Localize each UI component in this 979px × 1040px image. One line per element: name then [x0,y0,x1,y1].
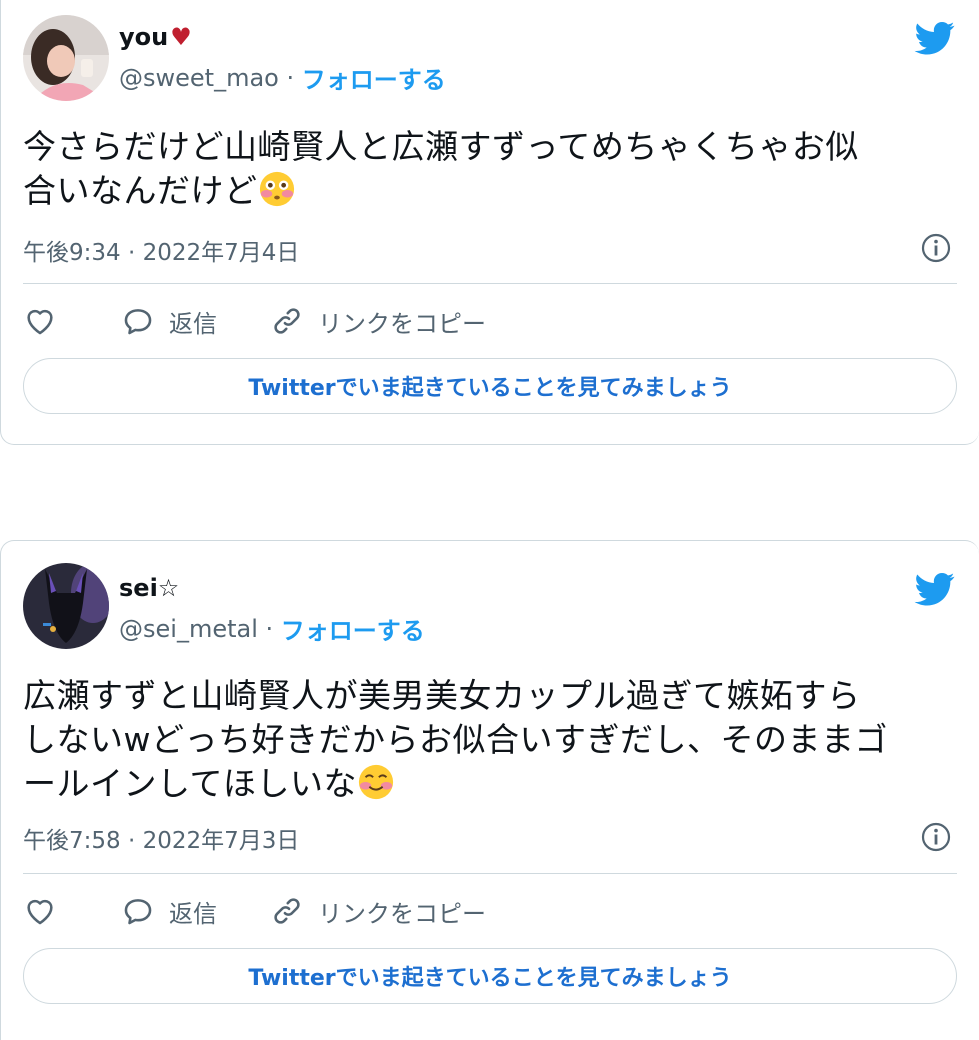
reply-icon [124,899,152,925]
copy-link-button[interactable]: リンクをコピー [270,891,486,931]
timestamp[interactable]: 午後7:58 · 2022年7月3日 [23,821,299,855]
like-button[interactable] [23,301,57,341]
smiling-face-emoji [358,764,394,800]
divider [23,283,957,284]
twitter-bird-icon[interactable] [913,18,957,58]
see-whats-happening-button[interactable]: Twitterでいま起きていることを見てみましょう [23,358,957,414]
action-bar: 返信 リンクをコピー [23,301,957,341]
copy-link-label: リンクをコピー [318,899,486,928]
follow-button[interactable]: フォローする [281,611,425,646]
handle-row: @sweet_mao · フォローする [119,60,446,95]
heart-icon [27,899,53,925]
tweet-card-2: sei☆ @sei_metal · フォローする 広瀬すずと山崎賢人が美男美女カ… [0,540,979,1040]
handle[interactable]: @sweet_mao [119,64,279,92]
reply-label: 返信 [169,899,217,928]
avatar[interactable] [23,15,109,101]
copy-link-label: リンクをコピー [318,309,486,338]
link-icon [274,898,300,924]
reply-button[interactable]: 返信 [121,891,217,931]
avatar[interactable] [23,563,109,649]
follow-button[interactable]: フォローする [302,60,446,95]
flushed-face-emoji [259,171,294,207]
tweet-text: 広瀬すずと山崎賢人が美男美女カップル過ぎて嫉妬すら しないwどっち好きだからお似… [23,676,888,803]
copy-link-button[interactable]: リンクをコピー [270,301,486,341]
red-heart-icon: ♥ [170,23,192,51]
reply-label: 返信 [169,309,217,338]
link-icon [274,308,300,334]
tweet-text: 今さらだけど山崎賢人と広瀬すずってめちゃくちゃお似 合いなんだけど [23,127,859,210]
see-whats-happening-button[interactable]: Twitterでいま起きていることを見てみましょう [23,948,957,1004]
divider [23,873,957,874]
info-icon[interactable] [921,822,951,852]
timestamp[interactable]: 午後9:34 · 2022年7月4日 [23,233,299,267]
separator: · [278,63,302,92]
display-name[interactable]: sei☆ [119,574,179,602]
heart-icon [27,309,53,335]
separator: · [257,614,281,643]
handle-row: @sei_metal · フォローする [119,611,425,646]
handle[interactable]: @sei_metal [119,615,258,643]
reply-button[interactable]: 返信 [121,301,217,341]
like-button[interactable] [23,891,57,931]
twitter-bird-icon[interactable] [913,569,957,609]
display-name[interactable]: you ♥ [119,23,192,51]
info-icon[interactable] [921,233,951,263]
action-bar: 返信 リンクをコピー [23,891,957,931]
reply-icon [124,309,152,335]
tweet-card-1: you ♥ @sweet_mao · フォローする 今さらだけど山崎賢人と広瀬すず… [0,0,979,445]
